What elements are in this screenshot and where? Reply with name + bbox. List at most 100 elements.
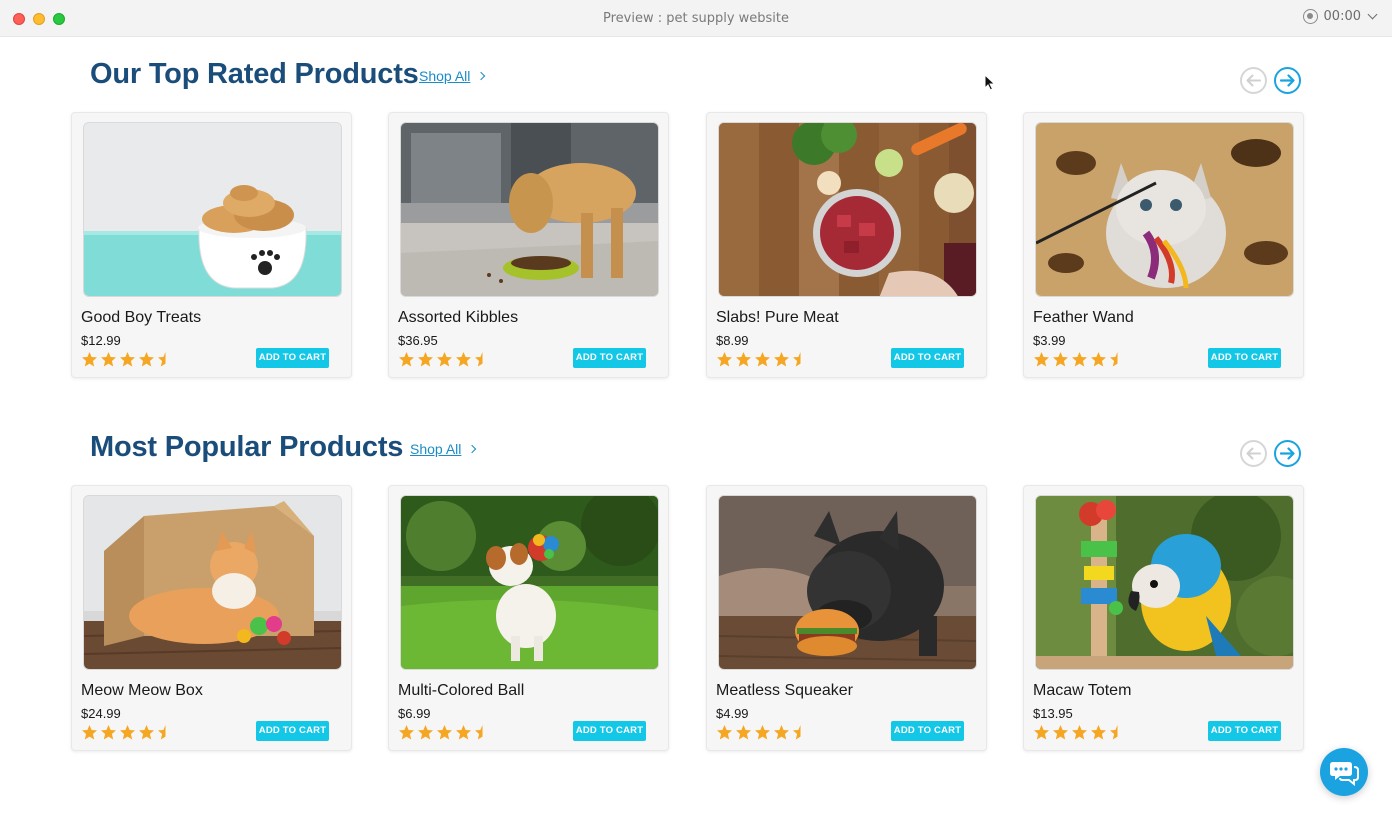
product-name[interactable]: Macaw Totem [1033,682,1131,700]
product-card[interactable]: Meatless Squeaker $4.99 ADD TO CART [706,485,987,751]
product-card[interactable]: Macaw Totem $13.95 ADD TO CART [1023,485,1304,751]
product-image[interactable] [400,122,659,297]
add-to-cart-button[interactable]: ADD TO CART [891,348,964,368]
product-name[interactable]: Multi-Colored Ball [398,682,524,700]
star-icon [717,725,732,740]
rating-stars [81,351,174,368]
star-icon [736,352,751,367]
star-icon [120,725,135,740]
recording-timer[interactable]: 00:00 [1302,9,1378,24]
pointer-cursor-icon [984,74,996,91]
product-image[interactable] [400,495,659,670]
product-image[interactable] [718,495,977,670]
shop-all-link[interactable]: Shop All [410,441,477,457]
product-carousel: Good Boy Treats $12.99 ADD TO CART Assor… [0,112,1392,378]
rating-stars [716,724,809,741]
add-to-cart-button[interactable]: ADD TO CART [1208,348,1281,368]
star-icon [120,352,135,367]
half-star-icon [793,725,801,740]
window-titlebar: Preview : pet supply website 00:00 [0,0,1392,37]
star-icon [418,352,433,367]
product-price: $36.95 [398,333,438,348]
star-icon [1053,725,1068,740]
section-title: Most Popular Products [90,431,404,463]
add-to-cart-button[interactable]: ADD TO CART [256,721,329,741]
rating-stars [1033,724,1126,741]
arrow-left-icon [1246,447,1261,460]
star-icon [774,725,789,740]
product-name[interactable]: Good Boy Treats [81,309,201,327]
chevron-right-icon [477,71,486,81]
star-icon [1091,352,1106,367]
product-image[interactable] [718,122,977,297]
product-price: $8.99 [716,333,749,348]
star-icon [774,352,789,367]
half-star-icon [475,725,483,740]
half-star-icon [1110,352,1118,367]
add-to-cart-button[interactable]: ADD TO CART [573,721,646,741]
star-icon [755,352,770,367]
star-icon [1072,725,1087,740]
chevron-down-icon [1367,9,1378,20]
product-name[interactable]: Slabs! Pure Meat [716,309,839,327]
product-image[interactable] [1035,122,1294,297]
rating-stars [81,724,174,741]
product-card[interactable]: Multi-Colored Ball $6.99 ADD TO CART [388,485,669,751]
star-icon [1053,352,1068,367]
product-image[interactable] [83,495,342,670]
chat-support-button[interactable] [1320,748,1368,796]
window-title: Preview : pet supply website [602,11,790,26]
star-icon [456,352,471,367]
star-icon [1072,352,1087,367]
product-card[interactable]: Meow Meow Box $24.99 ADD TO CART [71,485,352,751]
product-card[interactable]: Good Boy Treats $12.99 ADD TO CART [71,112,352,378]
carousel-next-button[interactable] [1274,440,1301,467]
star-icon [437,352,452,367]
product-carousel: Meow Meow Box $24.99 ADD TO CART Multi-C… [0,485,1392,751]
product-price: $24.99 [81,706,121,721]
shop-all-label: Shop All [419,68,471,84]
add-to-cart-button[interactable]: ADD TO CART [891,721,964,741]
product-name[interactable]: Feather Wand [1033,309,1134,327]
add-to-cart-button[interactable]: ADD TO CART [256,348,329,368]
shop-all-link[interactable]: Shop All [419,68,486,84]
star-icon [437,725,452,740]
carousel-prev-button[interactable] [1240,440,1267,467]
rating-stars [398,351,491,368]
carousel-next-button[interactable] [1274,67,1301,94]
chat-icon [1330,762,1359,786]
product-card[interactable]: Slabs! Pure Meat $8.99 ADD TO CART [706,112,987,378]
product-name[interactable]: Assorted Kibbles [398,309,518,327]
product-card[interactable]: Assorted Kibbles $36.95 ADD TO CART [388,112,669,378]
section-header: Most Popular Products Shop All [0,425,1392,473]
product-price: $12.99 [81,333,121,348]
half-star-icon [158,352,166,367]
half-star-icon [1110,725,1118,740]
star-icon [456,725,471,740]
rating-stars [398,724,491,741]
product-card[interactable]: Feather Wand $3.99 ADD TO CART [1023,112,1304,378]
product-name[interactable]: Meatless Squeaker [716,682,853,700]
timer-value: 00:00 [1323,9,1361,24]
product-image[interactable] [83,122,342,297]
product-name[interactable]: Meow Meow Box [81,682,203,700]
chevron-right-icon [468,444,477,454]
star-icon [399,352,414,367]
shop-all-label: Shop All [410,441,462,457]
section-header: Our Top Rated Products Shop All [0,52,1392,100]
star-icon [1091,725,1106,740]
star-icon [139,725,154,740]
carousel-prev-button[interactable] [1240,67,1267,94]
star-icon [755,725,770,740]
arrow-right-icon [1280,74,1295,87]
add-to-cart-button[interactable]: ADD TO CART [1208,721,1281,741]
star-icon [717,352,732,367]
star-icon [82,352,97,367]
product-image[interactable] [1035,495,1294,670]
rating-stars [1033,351,1126,368]
half-star-icon [158,725,166,740]
star-icon [736,725,751,740]
add-to-cart-button[interactable]: ADD TO CART [573,348,646,368]
product-price: $6.99 [398,706,431,721]
star-icon [1034,352,1049,367]
